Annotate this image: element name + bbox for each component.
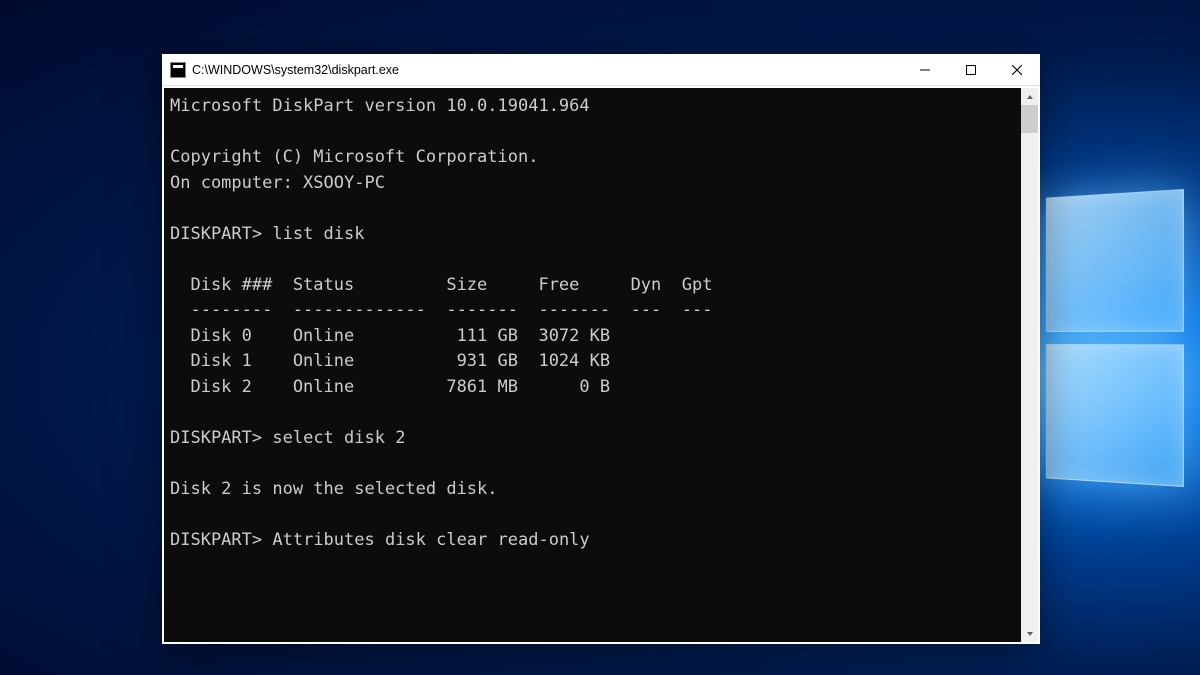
prompt: DISKPART> bbox=[170, 530, 262, 550]
command-attributes: Attributes disk clear read-only bbox=[272, 530, 589, 550]
vertical-scrollbar[interactable] bbox=[1021, 88, 1038, 642]
command-list-disk: list disk bbox=[272, 224, 364, 244]
close-button[interactable] bbox=[994, 54, 1040, 85]
chevron-down-icon bbox=[1026, 630, 1034, 638]
table-header: Disk ### Status Size Free Dyn Gpt bbox=[170, 275, 712, 295]
computer-line: On computer: XSOOY-PC bbox=[170, 173, 385, 193]
logo-pane bbox=[1046, 189, 1184, 332]
logo-pane bbox=[1046, 344, 1184, 487]
scroll-thumb[interactable] bbox=[1021, 105, 1038, 133]
chevron-up-icon bbox=[1026, 93, 1034, 101]
titlebar[interactable]: C:\WINDOWS\system32\diskpart.exe bbox=[162, 54, 1040, 86]
prompt: DISKPART> bbox=[170, 428, 262, 448]
window-controls bbox=[902, 54, 1040, 85]
prompt: DISKPART> bbox=[170, 224, 262, 244]
table-row: Disk 0 Online 111 GB 3072 KB bbox=[170, 326, 692, 346]
console-output[interactable]: Microsoft DiskPart version 10.0.19041.96… bbox=[164, 88, 1021, 642]
close-icon bbox=[1012, 65, 1022, 75]
minimize-button[interactable] bbox=[902, 54, 948, 85]
window-title: C:\WINDOWS\system32\diskpart.exe bbox=[192, 63, 902, 77]
command-prompt-icon bbox=[170, 62, 186, 78]
diskpart-window: C:\WINDOWS\system32\diskpart.exe Microso… bbox=[162, 54, 1040, 644]
console-area: Microsoft DiskPart version 10.0.19041.96… bbox=[162, 86, 1040, 644]
scroll-up-button[interactable] bbox=[1021, 88, 1038, 105]
maximize-icon bbox=[966, 65, 976, 75]
scroll-down-button[interactable] bbox=[1021, 625, 1038, 642]
scroll-track[interactable] bbox=[1021, 105, 1038, 625]
table-divider: -------- ------------- ------- ------- -… bbox=[170, 300, 712, 320]
copyright-line: Copyright (C) Microsoft Corporation. bbox=[170, 147, 538, 167]
version-line: Microsoft DiskPart version 10.0.19041.96… bbox=[170, 96, 590, 116]
response-selected: Disk 2 is now the selected disk. bbox=[170, 479, 498, 499]
table-row: Disk 2 Online 7861 MB 0 B bbox=[170, 377, 692, 397]
table-row: Disk 1 Online 931 GB 1024 KB bbox=[170, 351, 692, 371]
minimize-icon bbox=[920, 65, 930, 75]
command-select-disk: select disk 2 bbox=[272, 428, 405, 448]
maximize-button[interactable] bbox=[948, 54, 994, 85]
